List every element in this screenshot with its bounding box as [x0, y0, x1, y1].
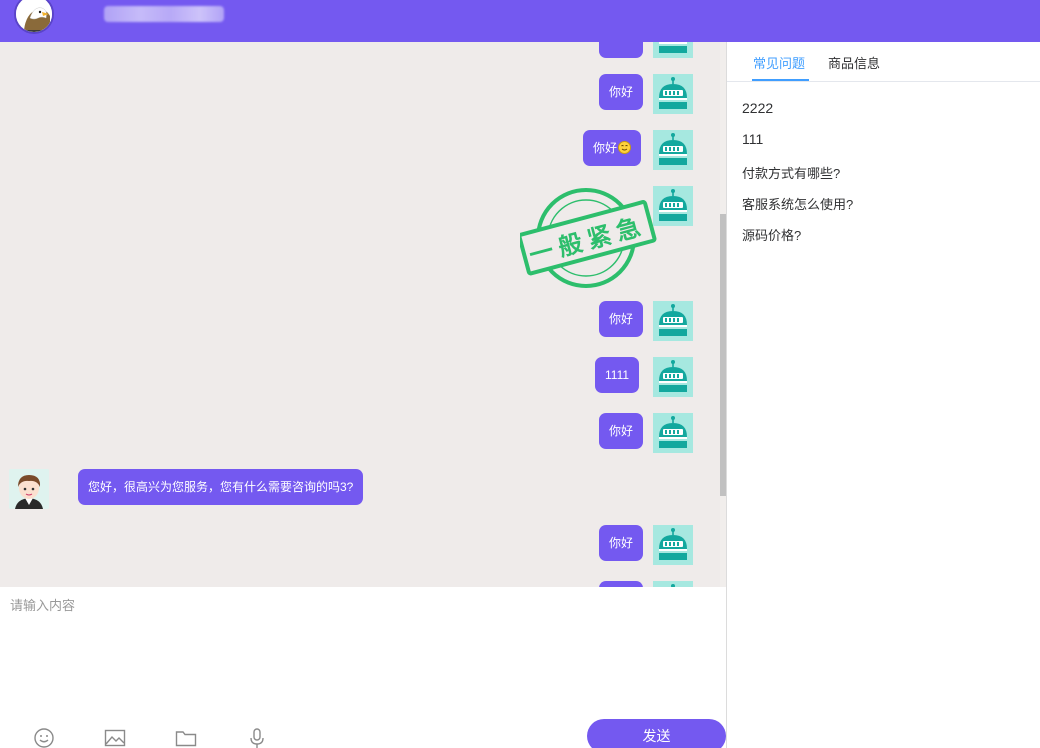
faq-item[interactable]: 客服系统怎么使用?: [742, 194, 853, 213]
send-button[interactable]: 发送: [587, 719, 726, 748]
faq-item[interactable]: 源码价格?: [742, 225, 801, 244]
robot-avatar-icon: [653, 301, 693, 341]
message-bubble: 你好: [599, 301, 644, 337]
message-bubble: 你好: [583, 130, 642, 166]
robot-avatar-icon: [653, 357, 693, 397]
robot-avatar-icon: [653, 525, 693, 565]
robot-avatar-icon: [653, 130, 693, 170]
robot-avatar-icon: [653, 42, 693, 58]
message-bubble: 1111: [595, 357, 640, 393]
tab-active-indicator: [752, 79, 809, 81]
robot-avatar-icon: [653, 74, 693, 114]
folder-icon[interactable]: [175, 727, 197, 748]
header-title: ██████: [104, 6, 224, 22]
urgency-stamp-image: 一般紧急: [517, 186, 660, 296]
message-bubble: 你好: [599, 413, 644, 449]
message-bubble-partial: [599, 42, 643, 58]
faq-item[interactable]: 111: [742, 131, 763, 147]
message-input[interactable]: [10, 595, 710, 705]
image-icon[interactable]: [104, 727, 126, 748]
robot-avatar-icon: [653, 186, 693, 226]
smile-emoji-icon: [618, 141, 632, 154]
side-tabs: 常见问题 商品信息: [727, 42, 1040, 82]
top-header: ██████: [0, 0, 1040, 42]
message-bubble-agent: 您好，很高兴为您服务，您有什么需要咨询的吗3?: [78, 469, 364, 505]
faq-item[interactable]: 付款方式有哪些?: [742, 163, 840, 182]
side-panel: 常见问题 商品信息 2222 111 付款方式有哪些? 客服系统怎么使用? 源码…: [727, 42, 1040, 748]
message-input-area: 发送: [0, 587, 726, 748]
robot-avatar-icon: [653, 413, 693, 453]
tab-product-info[interactable]: 商品信息: [828, 53, 880, 81]
tab-faq[interactable]: 常见问题: [753, 53, 805, 81]
faq-item[interactable]: 2222: [742, 100, 773, 116]
agent-avatar: [9, 469, 49, 509]
smile-icon[interactable]: [33, 727, 55, 748]
eagle-logo-icon: [14, 0, 54, 34]
microphone-icon[interactable]: [246, 727, 268, 748]
message-text: 你好: [593, 141, 618, 155]
message-bubble: 你好: [599, 525, 644, 561]
chat-message-area[interactable]: 你好 你好 一般紧急 你好 1111 你好 您好，很高兴为您服务，您有什么需要咨…: [0, 42, 726, 587]
message-bubble: 你好: [599, 74, 644, 110]
